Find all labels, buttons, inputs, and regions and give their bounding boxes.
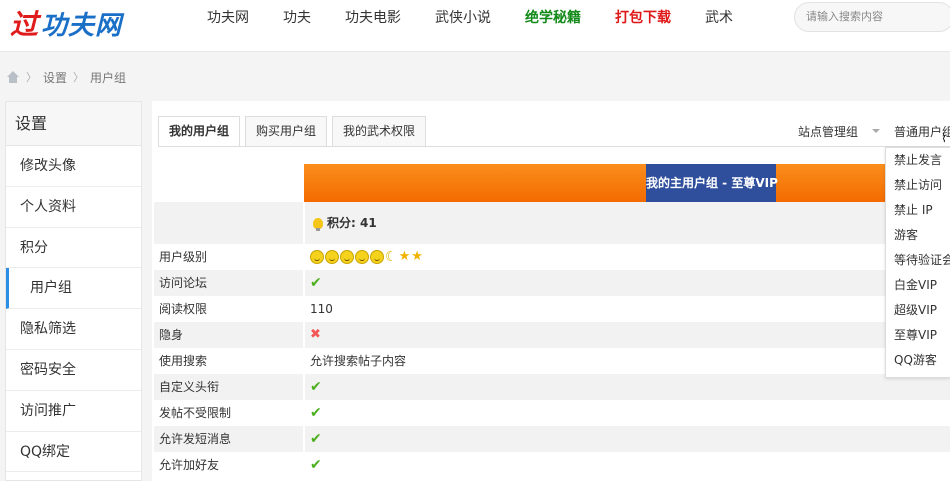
check-icon: ✔ — [310, 379, 322, 395]
score-value: 积分: 41 — [327, 216, 377, 230]
dropdown-item[interactable]: 禁止访问 — [886, 173, 950, 198]
breadcrumb-item-settings[interactable]: 设置 — [43, 69, 67, 86]
breadcrumb-item-usergroup[interactable]: 用户组 — [90, 69, 126, 86]
sidebar-item-privacy[interactable]: 隐私筛选 — [6, 309, 141, 350]
permissions-table: 积分: 41 用户级别 ☾ ★ ★ 访问论坛 ✔ 阅读权限 110 隐身 ✖ 使… — [154, 202, 950, 478]
tab-buy-usergroup[interactable]: 购买用户组 — [245, 116, 328, 147]
main-panel: 我的用户组 购买用户组 我的武术权限 站点管理组 普通用户组 我的主用户组 - … — [152, 101, 950, 481]
nav-item-pack-download[interactable]: 打包下载 — [598, 0, 688, 38]
main-usergroup-title: 我的主用户组 - 至尊VIP — [646, 164, 778, 202]
logo-mark-icon: 过 — [10, 8, 40, 41]
row-key: 隐身 — [159, 328, 184, 342]
row-key: 访问论坛 — [159, 276, 208, 290]
tab-my-usergroup[interactable]: 我的用户组 — [158, 116, 241, 147]
table-row: 访问论坛 ✔ — [154, 270, 950, 296]
cross-icon: ✖ — [310, 327, 321, 342]
logo-text: 功夫网 — [41, 10, 123, 41]
row-key — [154, 202, 303, 244]
row-value: ✔ — [303, 452, 950, 478]
nav-item-secret-manual[interactable]: 绝学秘籍 — [508, 0, 598, 38]
bulb-icon — [313, 217, 323, 231]
table-row: 自定义头衔 ✔ — [154, 374, 950, 400]
sidebar-item-usergroup[interactable]: 用户组 — [6, 268, 141, 310]
chevron-down-icon[interactable] — [872, 129, 880, 133]
table-row: 用户级别 ☾ ★ ★ — [154, 244, 950, 270]
row-value: ✔ — [303, 270, 950, 296]
star-icon: ★ — [398, 249, 411, 264]
table-row: 阅读权限 110 — [154, 296, 950, 322]
row-value: 允许搜索帖子内容 — [303, 348, 950, 374]
usergroup-banner: 我的主用户组 - 至尊VIP — [304, 164, 950, 202]
site-admin-group-link[interactable]: 站点管理组 — [798, 123, 858, 140]
row-value: 积分: 41 — [303, 202, 950, 244]
moon-icon: ☾ — [385, 249, 398, 265]
tab-martial-permissions[interactable]: 我的武术权限 — [332, 116, 427, 147]
smile-icon — [310, 250, 324, 264]
smile-icon — [355, 250, 369, 264]
table-row: 积分: 41 — [154, 202, 950, 244]
search-input[interactable]: 请输入搜索内容 — [794, 2, 950, 32]
row-key: 使用搜索 — [159, 354, 208, 368]
smile-icon — [370, 250, 384, 264]
sidebar-item-credits[interactable]: 积分 — [6, 228, 141, 269]
usergroup-tabs: 我的用户组 购买用户组 我的武术权限 — [158, 116, 431, 147]
sidebar-title: 设置 — [6, 102, 141, 146]
nav-item-wuxia-novel[interactable]: 武侠小说 — [418, 0, 508, 38]
dropdown-item[interactable]: 超级VIP — [886, 298, 950, 323]
row-value: ✔ — [303, 400, 950, 426]
table-row: 隐身 ✖ — [154, 322, 950, 348]
check-icon: ✔ — [310, 431, 322, 447]
sidebar-item-qq-bind[interactable]: QQ绑定 — [6, 432, 141, 473]
row-key: 允许加好友 — [159, 458, 220, 472]
site-header: 过 功夫网 功夫网 功夫 功夫电影 武侠小说 绝学秘籍 打包下载 武术 请输入搜… — [0, 0, 950, 52]
breadcrumb-separator: 〉 — [73, 71, 85, 84]
nav-item-gongfu-movie[interactable]: 功夫电影 — [328, 0, 418, 38]
dropdown-item[interactable]: 禁止 IP — [886, 198, 950, 223]
table-row: 允许发短消息 ✔ — [154, 426, 950, 452]
sidebar-item-promotion[interactable]: 访问推广 — [6, 391, 141, 432]
row-value: ✔ — [303, 374, 950, 400]
sidebar-item-password[interactable]: 密码安全 — [6, 350, 141, 391]
dropdown-item[interactable]: 等待验证会员 — [886, 248, 950, 273]
breadcrumb: 〉 设置 〉 用户组 — [6, 68, 126, 86]
breadcrumb-separator: 〉 — [26, 71, 37, 84]
table-row: 允许加好友 ✔ — [154, 452, 950, 478]
row-key: 用户级别 — [159, 250, 208, 264]
sidebar-item-avatar[interactable]: 修改头像 — [6, 146, 141, 187]
check-icon: ✔ — [310, 405, 322, 421]
level-icons: ☾ ★ ★ — [310, 244, 423, 270]
smile-icon — [325, 250, 339, 264]
usergroup-dropdown-menu: 禁止发言 禁止访问 禁止 IP 游客 等待验证会员 白金VIP 超级VIP 至尊… — [885, 147, 950, 378]
row-key: 允许发短消息 — [159, 432, 232, 446]
nav-item-martial-arts[interactable]: 武术 — [688, 0, 750, 38]
dropdown-item[interactable]: 白金VIP — [886, 273, 950, 298]
row-key: 阅读权限 — [159, 302, 208, 316]
home-icon[interactable] — [6, 70, 20, 84]
table-row: 发帖不受限制 ✔ — [154, 400, 950, 426]
main-nav: 功夫网 功夫 功夫电影 武侠小说 绝学秘籍 打包下载 武术 — [190, 0, 750, 38]
star-icon: ★ — [411, 249, 423, 264]
check-icon: ✔ — [310, 275, 322, 291]
row-key: 发帖不受限制 — [159, 406, 232, 420]
site-logo[interactable]: 过 功夫网 — [10, 6, 123, 41]
check-icon: ✔ — [310, 457, 322, 473]
dropdown-item[interactable]: 至尊VIP — [886, 323, 950, 348]
row-value: ✔ — [303, 426, 950, 452]
nav-item-gongfu[interactable]: 功夫 — [266, 0, 328, 38]
tabs-divider — [158, 146, 950, 147]
dropdown-item[interactable]: 游客 — [886, 223, 950, 248]
row-value: ☾ ★ ★ — [303, 244, 950, 270]
table-row: 使用搜索 允许搜索帖子内容 — [154, 348, 950, 374]
smile-icon — [340, 250, 354, 264]
row-value: ✖ — [303, 322, 950, 348]
nav-item-gongfuwang[interactable]: 功夫网 — [190, 0, 266, 38]
mouse-cursor-icon: ⌇ — [941, 131, 947, 145]
settings-sidebar: 设置 修改头像 个人资料 积分 用户组 隐私筛选 密码安全 访问推广 QQ绑定 — [5, 101, 142, 481]
row-key: 自定义头衔 — [159, 380, 220, 394]
dropdown-item[interactable]: QQ游客 — [886, 348, 950, 373]
row-value: 110 — [303, 296, 950, 322]
sidebar-item-profile[interactable]: 个人资料 — [6, 187, 141, 228]
dropdown-item[interactable]: 禁止发言 — [886, 148, 950, 173]
